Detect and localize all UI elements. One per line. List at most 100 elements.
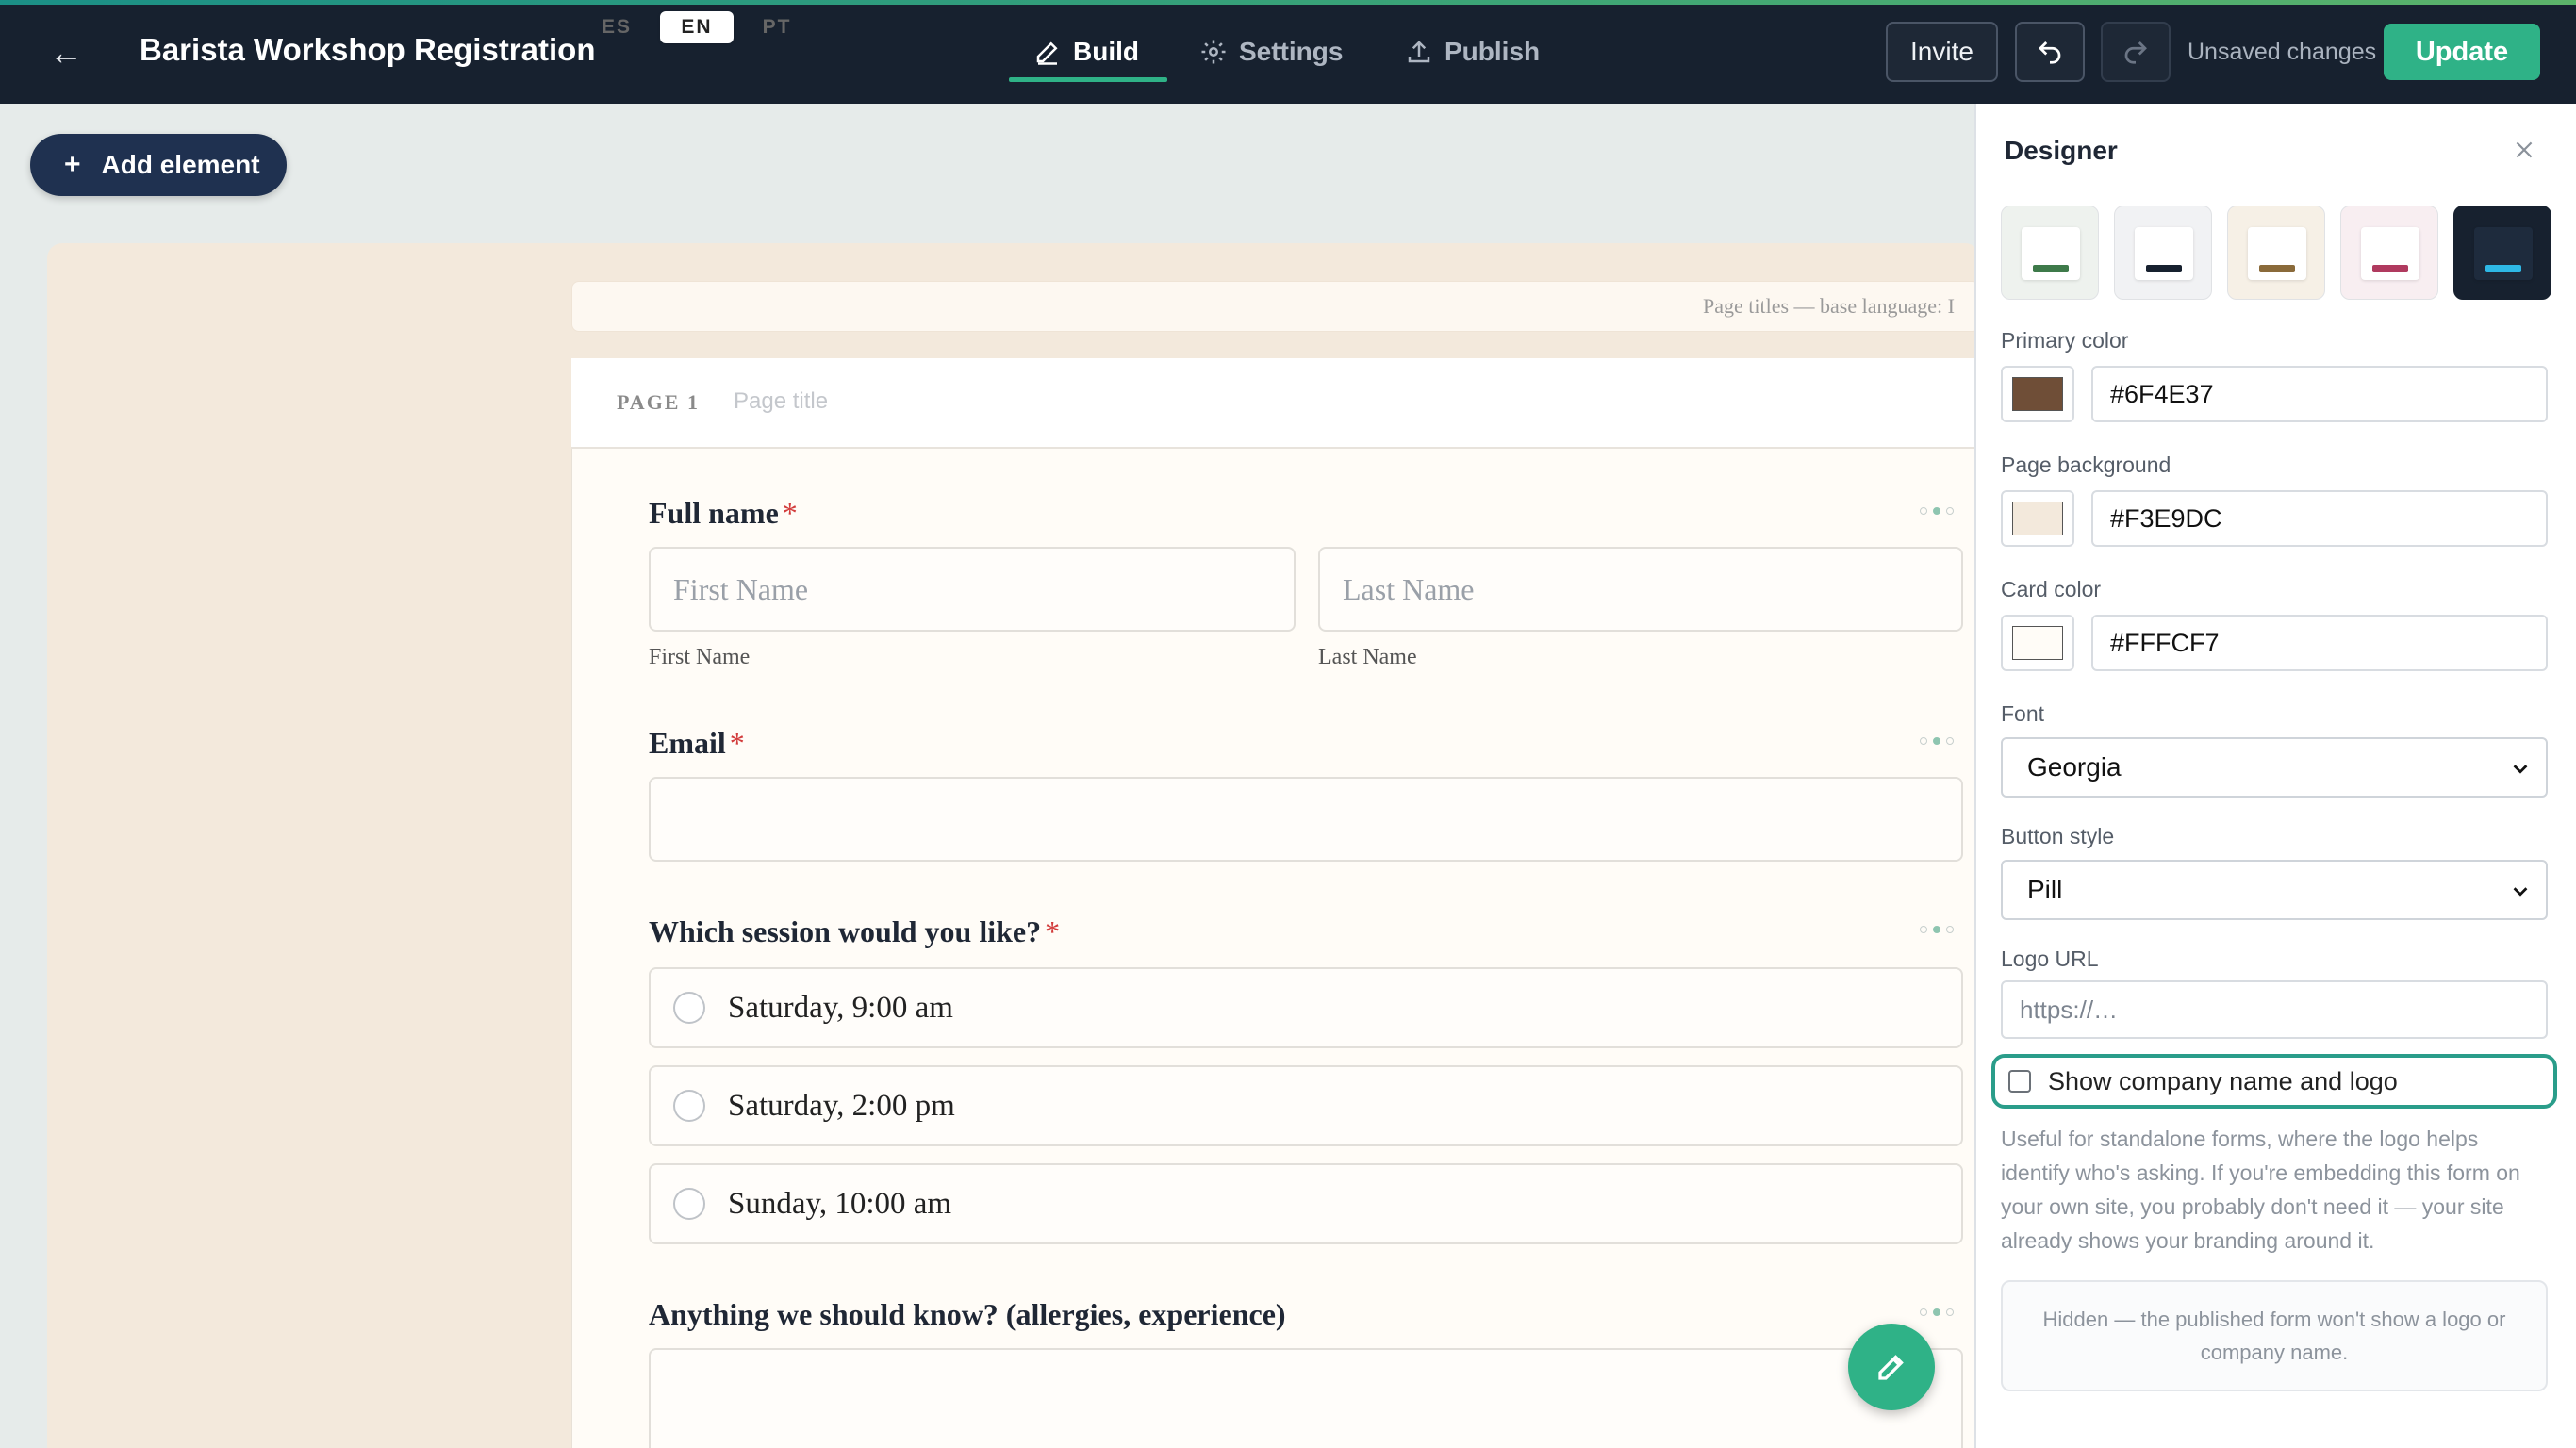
tab-publish[interactable]: Publish [1405,28,1540,75]
tab-publish-label: Publish [1445,37,1541,66]
tab-build-label: Build [1073,37,1139,66]
swatch-accent [2146,265,2182,272]
redo-icon [2124,41,2147,64]
drag-handle-icon[interactable] [1920,735,1963,747]
hidden-logo-note: Hidden — the published form won't show a… [2001,1280,2548,1391]
tab-settings[interactable]: Settings [1199,28,1343,75]
tab-settings-label: Settings [1239,37,1344,66]
required-mark: * [729,726,745,760]
card-color-input[interactable]: #FFFCF7 [2091,615,2548,671]
update-button[interactable]: Update [2384,24,2540,80]
primary-color-input[interactable]: #6F4E37 [2091,366,2548,422]
lang-tab-es[interactable]: ES [588,11,645,43]
theme-swatch-rose[interactable] [2340,206,2438,300]
page-number-label: PAGE 1 [617,390,700,414]
full-name-label-text: Full name [649,496,779,530]
session-option[interactable]: Sunday, 10:00 am [649,1163,1963,1244]
designer-title: Designer [2005,136,2118,165]
color-fill [2012,377,2063,411]
notes-textarea[interactable] [649,1348,1963,1448]
card-color-swatch[interactable] [2001,615,2074,671]
tab-build[interactable]: Build [1033,28,1139,75]
show-logo-checkbox-row[interactable]: Show company name and logo [1991,1054,2557,1109]
session-option-label: Sunday, 10:00 am [728,1186,952,1221]
last-name-input[interactable]: Last Name [1318,547,1963,632]
theme-swatch-green[interactable] [2001,206,2099,300]
page-background-label: Page background [2001,452,2171,477]
swatch-accent [2372,265,2408,272]
drag-handle-icon[interactable] [1920,505,1963,517]
invite-button[interactable]: Invite [1886,22,1998,82]
undo-icon [2039,41,2061,64]
page-title-input[interactable]: Page title [734,388,828,415]
email-label: Email * [649,726,745,761]
required-mark: * [1045,914,1061,948]
language-hint: Page titles — base language: I [1703,294,1955,318]
swatch-accent [2259,265,2295,272]
drag-handle-icon[interactable] [1920,1307,1963,1318]
page-background-input[interactable]: #F3E9DC [2091,490,2548,547]
unsaved-status: Unsaved changes [2188,39,2377,65]
first-name-input[interactable]: First Name [649,547,1296,632]
redo-button[interactable] [2101,22,2171,82]
required-mark: * [782,496,798,530]
color-fill [2012,502,2063,535]
accent-stripe [0,0,2576,5]
font-select-value: Georgia [2027,752,2122,782]
swatch-accent [2033,265,2069,272]
full-name-label: Full name * [649,496,798,531]
logo-url-input[interactable]: https://… [2001,980,2548,1039]
session-option[interactable]: Saturday, 9:00 am [649,967,1963,1048]
session-label-text: Which session would you like? [649,914,1042,948]
logo-url-label: Logo URL [2001,946,2099,971]
font-label: Font [2001,701,2045,726]
first-name-placeholder: First Name [673,571,809,606]
font-select[interactable]: Georgia [2001,737,2548,798]
show-logo-checkbox[interactable] [2008,1070,2031,1093]
show-logo-label: Show company name and logo [2048,1066,2398,1095]
edit-fab-button[interactable] [1848,1324,1935,1410]
notes-label: Anything we should know? (allergies, exp… [649,1297,1286,1331]
page-background-swatch[interactable] [2001,490,2074,547]
plus-icon: + [64,149,81,180]
pencil-icon [1036,41,1058,65]
theme-swatch-dark[interactable] [2114,206,2212,300]
radio-circle[interactable] [673,1090,705,1122]
session-option-label: Saturday, 9:00 am [728,990,953,1025]
button-style-select[interactable]: Pill [2001,860,2548,920]
theme-swatch-tan[interactable] [2227,206,2325,300]
swatch-accent [2485,265,2521,272]
gear-icon [1201,40,1226,64]
radio-circle[interactable] [673,1188,705,1220]
primary-color-label: Primary color [2001,328,2129,353]
lang-tab-pt[interactable]: PT [749,11,805,43]
pencil-icon [1878,1355,1904,1380]
email-label-text: Email [649,726,726,760]
button-style-label: Button style [2001,824,2115,848]
first-name-sublabel: First Name [649,645,751,669]
chevron-down-icon [2513,765,2528,774]
session-option[interactable]: Saturday, 2:00 pm [649,1065,1963,1146]
theme-swatch-navy[interactable] [2453,206,2551,300]
radio-circle[interactable] [673,992,705,1024]
drag-handle-icon[interactable] [1920,924,1963,935]
undo-button[interactable] [2015,22,2085,82]
add-element-label: Add element [101,150,260,179]
button-style-value: Pill [2027,875,2063,904]
lang-tab-en[interactable]: EN [660,11,734,43]
upload-icon [1408,41,1430,63]
logo-help-text: Useful for standalone forms, where the l… [2001,1127,2520,1253]
session-option-label: Saturday, 2:00 pm [728,1088,955,1123]
add-element-button[interactable]: + Add element [30,134,287,196]
last-name-sublabel: Last Name [1318,645,1417,669]
color-fill [2012,626,2063,660]
close-icon[interactable] [2512,138,2536,162]
card-color-label: Card color [2001,577,2102,601]
email-input[interactable] [649,777,1963,862]
last-name-placeholder: Last Name [1343,571,1475,606]
session-label: Which session would you like? * [649,914,1060,949]
active-tab-indicator [1009,77,1167,82]
chevron-down-icon [2513,887,2528,897]
primary-color-swatch[interactable] [2001,366,2074,422]
back-arrow-icon[interactable]: ← [49,36,83,70]
